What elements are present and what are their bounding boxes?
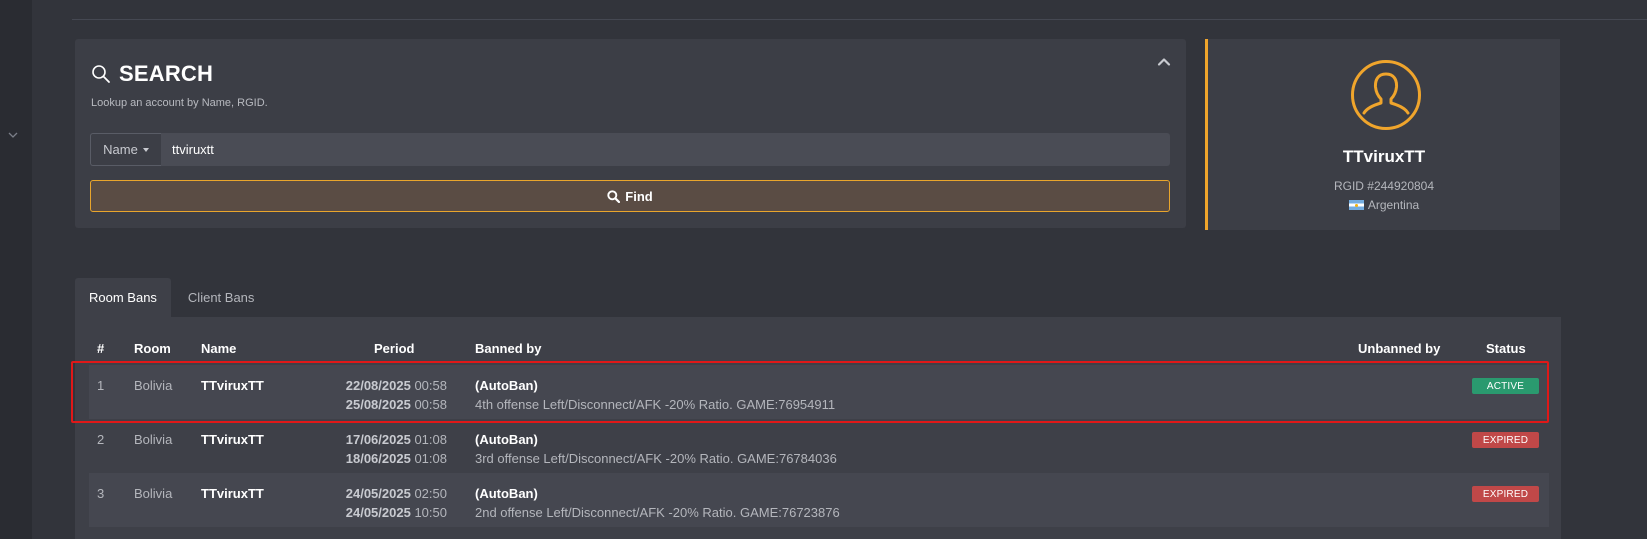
find-button-label: Find (625, 188, 653, 204)
bans-table: # Room Name Period Banned by Unbanned by… (75, 317, 1561, 539)
row-name[interactable]: TTviruxTT (201, 486, 264, 501)
tab-client-bans[interactable]: Client Bans (171, 278, 271, 317)
row-period-start: 24/05/2025 02:50 (346, 486, 447, 501)
status-badge: EXPIRED (1472, 432, 1539, 448)
column-header-status: Status (1486, 341, 1526, 356)
row-room: Bolivia (134, 486, 173, 501)
search-filter-dropdown[interactable]: Name (90, 133, 161, 166)
table-row[interactable]: 3 Bolivia TTviruxTT 24/05/2025 02:50 24/… (89, 473, 1549, 527)
profile-rgid: RGID #244920804 (1333, 179, 1435, 193)
caret-down-icon (142, 147, 149, 152)
search-panel: SEARCH Lookup an account by Name, RGID. … (75, 39, 1186, 228)
row-banned-by: (AutoBan) (475, 432, 538, 447)
row-banned-by: (AutoBan) (475, 378, 538, 393)
row-start-date: 24/05/2025 (345, 486, 411, 501)
row-name[interactable]: TTviruxTT (201, 432, 264, 447)
table-row[interactable]: 2 Bolivia TTviruxTT 17/06/2025 01:08 18/… (89, 419, 1549, 473)
row-reason: 2nd offense Left/Disconnect/AFK -20% Rat… (475, 505, 840, 520)
column-header-num: # (97, 341, 105, 356)
row-period-end: 24/05/2025 10:50 (346, 505, 447, 520)
row-room: Bolivia (134, 378, 173, 393)
row-room: Bolivia (134, 432, 173, 447)
profile-country-label: Argentina (1367, 198, 1420, 212)
search-subtitle: Lookup an account by Name, RGID. (91, 97, 268, 109)
row-period-start: 22/08/2025 00:58 (346, 378, 447, 393)
row-reason: 4th offense Left/Disconnect/AFK -20% Rat… (475, 397, 836, 412)
search-title-text: SEARCH (119, 61, 214, 86)
chevron-up-icon[interactable] (1156, 55, 1172, 69)
column-header-period: Period (374, 341, 415, 356)
profile-name: TTviruxTT (1342, 147, 1426, 166)
table-row[interactable]: 1 Bolivia TTviruxTT 22/08/2025 00:58 25/… (89, 365, 1549, 419)
column-header-name: Name (201, 341, 237, 356)
search-input[interactable] (161, 133, 1170, 166)
profile-country: Argentina (1208, 198, 1560, 212)
row-num: 2 (97, 432, 105, 447)
row-start-date: 17/06/2025 (345, 432, 411, 447)
search-filter-label: Name (103, 142, 138, 157)
profile-card: TTviruxTT RGID #244920804 Argentina (1205, 39, 1560, 230)
row-start-date: 22/08/2025 (345, 378, 411, 393)
argentina-flag-icon (1348, 200, 1364, 210)
row-end-date: 24/05/2025 (345, 505, 411, 520)
chevron-down-icon[interactable] (6, 128, 20, 142)
find-button[interactable]: Find (90, 180, 1170, 212)
search-title: SEARCH (91, 61, 213, 87)
status-badge: ACTIVE (1472, 378, 1539, 394)
tab-room-bans[interactable]: Room Bans (75, 278, 171, 317)
row-reason: 3rd offense Left/Disconnect/AFK -20% Rat… (475, 451, 837, 466)
ban-tabs: Room Bans Client Bans (75, 278, 271, 317)
row-end-time: 01:08 (414, 451, 447, 466)
column-header-unbanned-by: Unbanned by (1358, 341, 1441, 356)
row-period-end: 18/06/2025 01:08 (346, 451, 447, 466)
row-start-time: 00:58 (414, 378, 447, 393)
column-header-banned-by: Banned by (475, 341, 542, 356)
row-start-time: 01:08 (414, 432, 447, 447)
search-input-row: Name (90, 133, 1170, 166)
row-num: 1 (97, 378, 105, 393)
row-period-end: 25/08/2025 00:58 (346, 397, 447, 412)
search-icon (607, 189, 621, 203)
row-end-date: 25/08/2025 (345, 397, 411, 412)
row-end-date: 18/06/2025 (345, 451, 411, 466)
status-badge: EXPIRED (1472, 486, 1539, 502)
row-end-time: 10:50 (414, 505, 447, 520)
row-end-time: 00:58 (414, 397, 447, 412)
page: SEARCH Lookup an account by Name, RGID. … (0, 0, 1647, 539)
row-banned-by: (AutoBan) (475, 486, 538, 501)
search-icon (92, 65, 110, 83)
row-num: 3 (97, 486, 105, 501)
top-divider (72, 19, 1647, 20)
user-avatar-icon (1351, 60, 1421, 130)
row-start-time: 02:50 (414, 486, 447, 501)
row-name[interactable]: TTviruxTT (201, 378, 264, 393)
row-period-start: 17/06/2025 01:08 (346, 432, 447, 447)
sidebar (0, 0, 32, 539)
column-header-room: Room (134, 341, 171, 356)
